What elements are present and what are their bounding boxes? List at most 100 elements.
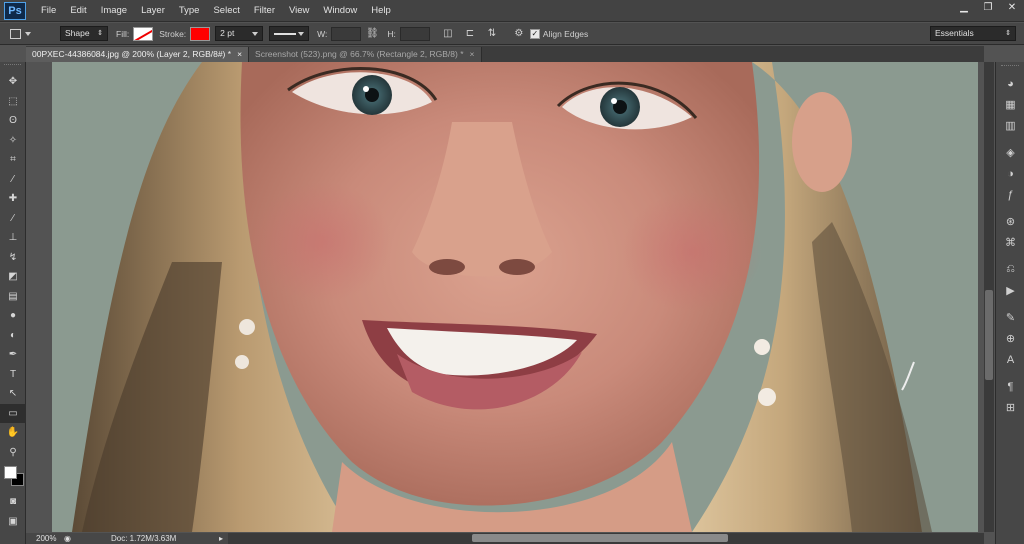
path-arrangement-icon[interactable]: ⇅ bbox=[484, 26, 500, 42]
brush-panel-icon[interactable]: ✎ bbox=[996, 307, 1024, 328]
menu-view[interactable]: View bbox=[282, 0, 316, 22]
menu-layer[interactable]: Layer bbox=[134, 0, 172, 22]
options-bar: Shape ⇕ Fill: Stroke: 2 pt W: ⛓ H: ◫ ⊏ ⇅… bbox=[0, 23, 1024, 45]
tool-presets-panel-icon[interactable]: ⊞ bbox=[996, 397, 1024, 418]
fx-panel-icon[interactable]: ƒ bbox=[996, 184, 1024, 205]
dock-separator bbox=[996, 418, 1024, 424]
menu-file[interactable]: File bbox=[34, 0, 63, 22]
fill-label: Fill: bbox=[116, 28, 130, 39]
horizontal-scrollbar[interactable] bbox=[228, 533, 984, 544]
panel-dock: ◕ ▦ ▥ ◈ ◑ ƒ ⊛ ⌘ ⎌ ▶ ✎ ⊕ A ¶ ⊞ bbox=[995, 62, 1024, 544]
minimize-button[interactable]: ▁ bbox=[952, 0, 976, 16]
color-panel-icon[interactable]: ◕ bbox=[996, 73, 1024, 94]
swatches-panel-icon[interactable]: ▦ bbox=[996, 94, 1024, 115]
zoom-tool-icon[interactable]: ⚲ bbox=[0, 443, 26, 463]
tools-panel: ✥ ⬚ ʘ ✧ ⌗ ⁄ ✚ ∕ ⊥ ↯ ◩ ▤ ● ◐ ✒ T ↖ ▭ ✋ ⚲ ◙ ▣ bbox=[0, 62, 26, 544]
link-icon[interactable]: ⛓ bbox=[364, 26, 380, 42]
chevron-down-icon bbox=[25, 31, 31, 36]
menu-image[interactable]: Image bbox=[94, 0, 134, 22]
chevron-down-icon bbox=[298, 31, 305, 36]
main-menu: File Edit Image Layer Type Select Filter… bbox=[34, 0, 398, 22]
shape-mode-select[interactable]: Shape ⇕ bbox=[60, 26, 108, 41]
stroke-type-select[interactable] bbox=[269, 26, 310, 41]
align-edges-checkbox[interactable]: ✓ bbox=[529, 28, 540, 39]
layers-panel-icon[interactable]: ◈ bbox=[996, 142, 1024, 163]
horizontal-scroll-thumb[interactable] bbox=[472, 534, 728, 542]
marquee-tool-icon[interactable]: ⬚ bbox=[0, 92, 26, 112]
width-input[interactable] bbox=[331, 26, 362, 41]
clone-stamp-tool-icon[interactable]: ⊥ bbox=[0, 228, 26, 248]
history-panel-icon[interactable]: ⎌ bbox=[996, 259, 1024, 280]
pen-tool-icon[interactable]: ✒ bbox=[0, 345, 26, 365]
quick-selection-tool-icon[interactable]: ✧ bbox=[0, 131, 26, 151]
eraser-tool-icon[interactable]: ◩ bbox=[0, 267, 26, 287]
menu-help[interactable]: Help bbox=[364, 0, 398, 22]
path-operations-icon[interactable]: ◫ bbox=[440, 26, 456, 42]
brush-tool-icon[interactable]: ∕ bbox=[0, 209, 26, 229]
type-tool-icon[interactable]: T bbox=[0, 365, 26, 385]
color-swatches bbox=[0, 462, 26, 492]
window-controls: ▁ ❐ ✕ bbox=[952, 0, 1024, 18]
gear-icon[interactable]: ⚙ bbox=[511, 26, 527, 42]
dodge-tool-icon[interactable]: ◐ bbox=[0, 326, 26, 346]
stroke-width-field[interactable]: 2 pt bbox=[215, 26, 264, 41]
blur-tool-icon[interactable]: ● bbox=[0, 306, 26, 326]
hand-tool-icon[interactable]: ✋ bbox=[0, 423, 26, 443]
paragraph-panel-icon[interactable]: ¶ bbox=[996, 376, 1024, 397]
rectangle-preset-icon bbox=[10, 28, 21, 39]
healing-brush-tool-icon[interactable]: ✚ bbox=[0, 189, 26, 209]
rectangle-tool-icon[interactable]: ▭ bbox=[0, 403, 26, 423]
document-size: Doc: 1.72M/3.63M bbox=[110, 534, 177, 543]
document-canvas[interactable] bbox=[52, 62, 978, 532]
paths-panel-icon[interactable]: ⌘ bbox=[996, 232, 1024, 253]
share-icon[interactable]: ◉ bbox=[64, 534, 71, 543]
vertical-scroll-thumb[interactable] bbox=[985, 290, 993, 380]
status-bar: 200% ◉ Doc: 1.72M/3.63M ▸ bbox=[26, 533, 228, 544]
menu-bar: Ps File Edit Image Layer Type Select Fil… bbox=[0, 0, 1024, 22]
align-edges-label: Align Edges bbox=[542, 28, 589, 39]
height-label: H: bbox=[387, 28, 396, 39]
close-tab-icon[interactable]: × bbox=[470, 47, 475, 62]
photoshop-logo: Ps bbox=[4, 1, 26, 20]
character-panel-icon[interactable]: A bbox=[996, 349, 1024, 370]
fill-swatch[interactable] bbox=[133, 26, 154, 41]
actions-panel-icon[interactable]: ▶ bbox=[996, 280, 1024, 301]
tab-document-2[interactable]: Screenshot (523).png @ 66.7% (Rectangle … bbox=[249, 47, 482, 62]
workspace-select[interactable]: Essentials ⇕ bbox=[930, 26, 1016, 41]
stroke-swatch[interactable] bbox=[190, 26, 211, 41]
restore-button[interactable]: ❐ bbox=[976, 0, 1000, 16]
chevron-down-icon bbox=[252, 31, 259, 36]
menu-edit[interactable]: Edit bbox=[63, 0, 93, 22]
screen-mode-icon[interactable]: ▣ bbox=[0, 512, 26, 532]
tab-document-1[interactable]: 00PXEC-44386084.jpg @ 200% (Layer 2, RGB… bbox=[26, 47, 250, 62]
path-alignment-icon[interactable]: ⊏ bbox=[462, 26, 478, 42]
close-tab-icon[interactable]: × bbox=[237, 47, 242, 62]
move-tool-icon[interactable]: ✥ bbox=[0, 72, 26, 92]
status-menu-arrow-icon[interactable]: ▸ bbox=[219, 534, 223, 543]
history-brush-tool-icon[interactable]: ↯ bbox=[0, 248, 26, 268]
styles-panel-icon[interactable]: ▥ bbox=[996, 115, 1024, 136]
menu-filter[interactable]: Filter bbox=[247, 0, 282, 22]
height-input[interactable] bbox=[399, 26, 430, 41]
eyedropper-tool-icon[interactable]: ⁄ bbox=[0, 170, 26, 190]
close-button[interactable]: ✕ bbox=[1000, 0, 1024, 16]
foreground-color[interactable] bbox=[4, 466, 17, 479]
tool-preset-picker[interactable] bbox=[10, 26, 48, 42]
photo-face bbox=[52, 62, 978, 532]
vertical-scrollbar[interactable] bbox=[984, 62, 994, 532]
zoom-level[interactable]: 200% bbox=[26, 534, 62, 543]
updown-icon: ⇕ bbox=[97, 30, 103, 37]
gradient-tool-icon[interactable]: ▤ bbox=[0, 287, 26, 307]
panel-grip[interactable] bbox=[4, 64, 21, 70]
dock-grip[interactable] bbox=[1001, 65, 1019, 70]
channels-panel-icon[interactable]: ⊛ bbox=[996, 211, 1024, 232]
crop-tool-icon[interactable]: ⌗ bbox=[0, 150, 26, 170]
path-selection-tool-icon[interactable]: ↖ bbox=[0, 384, 26, 404]
quick-mask-icon[interactable]: ◙ bbox=[0, 492, 26, 512]
menu-window[interactable]: Window bbox=[316, 0, 364, 22]
lasso-tool-icon[interactable]: ʘ bbox=[0, 111, 26, 131]
menu-select[interactable]: Select bbox=[206, 0, 246, 22]
adjustments-panel-icon[interactable]: ◑ bbox=[996, 163, 1024, 184]
menu-type[interactable]: Type bbox=[172, 0, 207, 22]
clone-source-panel-icon[interactable]: ⊕ bbox=[996, 328, 1024, 349]
